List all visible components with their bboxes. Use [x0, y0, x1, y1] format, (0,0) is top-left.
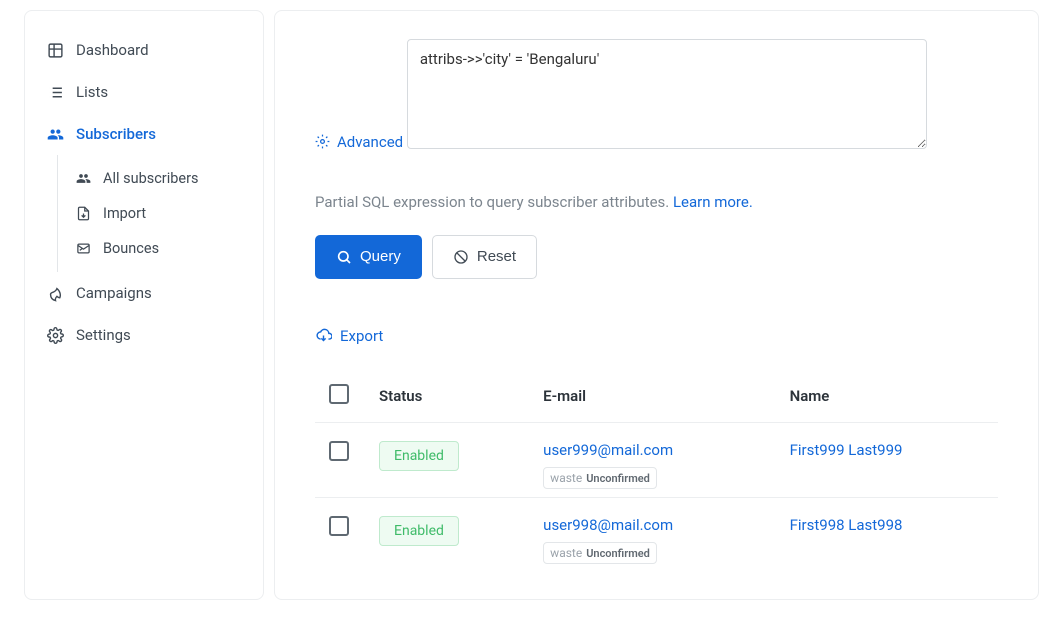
export-label: Export [340, 327, 383, 345]
subnav-import[interactable]: Import [58, 196, 263, 231]
query-help-text: Partial SQL expression to query subscrib… [315, 193, 998, 211]
nav-label: Campaigns [76, 284, 152, 302]
status-badge: Enabled [379, 516, 459, 546]
bounces-icon [76, 241, 91, 256]
subscribers-subnav: All subscribers Import Bounces [57, 155, 263, 272]
nav-campaigns[interactable]: Campaigns [25, 272, 263, 314]
name-link[interactable]: First999 Last999 [790, 441, 903, 459]
subscribers-icon [47, 126, 64, 143]
tag-state: Unconfirmed [586, 472, 650, 485]
subnav-label: All subscribers [103, 170, 198, 187]
main-content: Advanced Partial SQL expression to query… [274, 10, 1039, 600]
subscribers-table: Status E-mail Name Enabled user999@mail.… [315, 370, 998, 572]
query-actions: Query Reset [315, 235, 998, 279]
row-checkbox[interactable] [329, 441, 349, 461]
tag-list-name: waste [550, 546, 582, 560]
import-icon [76, 206, 91, 221]
list-tag[interactable]: waste Unconfirmed [543, 467, 657, 489]
settings-icon [47, 327, 64, 344]
nav-label: Lists [76, 83, 108, 101]
query-button[interactable]: Query [315, 235, 422, 279]
query-textarea[interactable] [407, 39, 927, 149]
button-label: Query [360, 248, 401, 265]
status-badge: Enabled [379, 441, 459, 471]
nav-label: Settings [76, 326, 131, 344]
select-all-checkbox[interactable] [329, 384, 349, 404]
nav-dashboard[interactable]: Dashboard [25, 29, 263, 71]
nav-subscribers[interactable]: Subscribers [25, 113, 263, 155]
table-row: Enabled user999@mail.com waste Unconfirm… [315, 423, 998, 498]
nav-label: Dashboard [76, 41, 149, 59]
tag-list-name: waste [550, 471, 582, 485]
col-email: E-mail [533, 370, 779, 423]
tag-state: Unconfirmed [586, 547, 650, 560]
nav-settings[interactable]: Settings [25, 314, 263, 356]
subnav-all-subscribers[interactable]: All subscribers [58, 161, 263, 196]
nav-lists[interactable]: Lists [25, 71, 263, 113]
gear-icon [315, 134, 330, 149]
cloud-download-icon [315, 327, 332, 344]
reset-button[interactable]: Reset [432, 235, 537, 279]
learn-more-link[interactable]: Learn more. [673, 193, 753, 211]
button-label: Reset [477, 248, 516, 265]
advanced-label: Advanced [337, 133, 403, 151]
nav-label: Subscribers [76, 125, 156, 143]
advanced-toggle[interactable]: Advanced [315, 133, 403, 151]
search-icon [336, 249, 352, 265]
list-tag[interactable]: waste Unconfirmed [543, 542, 657, 564]
campaigns-icon [47, 285, 64, 302]
col-name: Name [780, 370, 998, 423]
dashboard-icon [47, 42, 64, 59]
table-row: Enabled user998@mail.com waste Unconfirm… [315, 498, 998, 573]
subnav-bounces[interactable]: Bounces [58, 231, 263, 266]
lists-icon [47, 84, 64, 101]
subnav-label: Import [103, 205, 146, 222]
subnav-label: Bounces [103, 240, 159, 257]
email-link[interactable]: user999@mail.com [543, 441, 673, 459]
col-status: Status [369, 370, 533, 423]
name-link[interactable]: First998 Last998 [790, 516, 903, 534]
row-checkbox[interactable] [329, 516, 349, 536]
email-link[interactable]: user998@mail.com [543, 516, 673, 534]
export-link[interactable]: Export [315, 327, 383, 345]
sidebar: Dashboard Lists Subscribers All subscrib… [24, 10, 264, 600]
cancel-icon [453, 249, 469, 265]
people-icon [76, 171, 91, 186]
